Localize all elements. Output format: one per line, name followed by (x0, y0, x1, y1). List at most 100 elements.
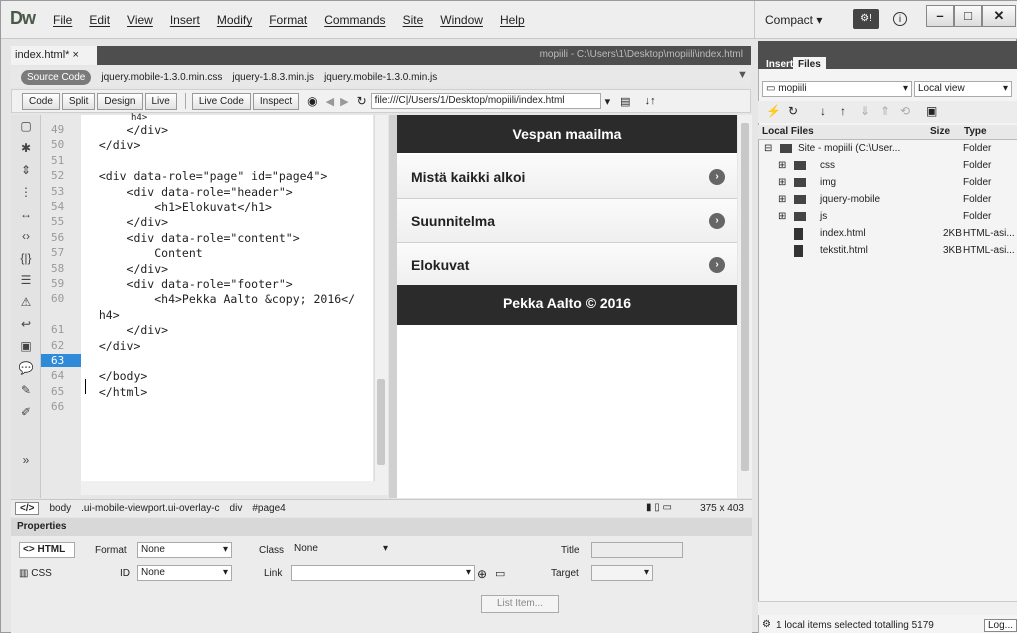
live-code-button[interactable]: Live Code (191, 92, 251, 110)
related-file-jqm[interactable]: jquery.mobile-1.3.0.min.js (324, 72, 437, 83)
more-tools-icon[interactable]: » (11, 453, 41, 471)
code-view-button[interactable]: Code (22, 92, 60, 110)
expand-toggle[interactable]: ⊟ (764, 143, 772, 154)
workspace-switcher[interactable]: Compact ▾ (765, 13, 822, 27)
tag-page4[interactable]: #page4 (252, 503, 285, 514)
view-select[interactable]: Local view ▾ (914, 81, 1012, 97)
file-row[interactable]: tekstit.html 3KB HTML-asi... (758, 243, 1017, 260)
split-divider[interactable] (389, 115, 397, 498)
menu-commands[interactable]: Commands (324, 13, 385, 27)
id-select[interactable]: None ▾ (137, 565, 232, 581)
live-view-button[interactable]: Live (144, 92, 177, 110)
list-item-button[interactable]: List Item... (481, 595, 559, 613)
tag-div[interactable]: div (230, 503, 243, 514)
syntax-error-icon[interactable]: ▣ (11, 339, 41, 357)
expand-toggle[interactable]: ⊞ (778, 160, 786, 171)
wrap-tag-icon[interactable]: ✐ (11, 405, 41, 423)
refresh-icon[interactable]: ↻ (357, 94, 367, 108)
menu-insert[interactable]: Insert (170, 13, 200, 27)
site-select[interactable]: ▭ mopiili ▾ (762, 81, 912, 97)
menu-help[interactable]: Help (500, 13, 525, 27)
minimize-button[interactable]: – (926, 5, 954, 27)
log-button[interactable]: Log... (984, 619, 1017, 632)
check-out-icon[interactable]: ⇓ (860, 104, 870, 118)
mobile-list-item[interactable]: Elokuvat › (397, 243, 737, 287)
html-mode-button[interactable]: <> HTML (19, 542, 75, 558)
browse-folder-icon[interactable]: ▭ (495, 567, 505, 580)
menu-file[interactable]: File (53, 13, 72, 27)
code-horizontal-scrollbar[interactable] (81, 481, 388, 495)
close-tab-icon[interactable]: × (72, 49, 78, 61)
expand-toggle[interactable]: ⊞ (778, 194, 786, 205)
source-code-button[interactable]: Source Code (21, 69, 92, 85)
target-select[interactable]: ▾ (591, 565, 653, 581)
class-select[interactable]: None ▾ (291, 542, 391, 558)
document-tab[interactable]: index.html* × (11, 46, 97, 65)
tag-body[interactable]: body (49, 503, 71, 514)
menu-site[interactable]: Site (403, 13, 424, 27)
expand-panel-icon[interactable]: ▣ (926, 104, 937, 118)
related-file-css[interactable]: jquery.mobile-1.3.0.min.css (101, 72, 222, 83)
menu-view[interactable]: View (127, 13, 153, 27)
mobile-list-item[interactable]: Mistä kaikki alkoi › (397, 155, 737, 199)
line-numbers-icon[interactable]: ☰ (11, 273, 41, 291)
browser-icon[interactable]: ◉ (307, 94, 317, 108)
collapse-tag-icon[interactable]: ⇕ (11, 163, 41, 181)
collapse-selection-icon[interactable]: ⋮ (11, 185, 41, 203)
split-view-button[interactable]: Split (61, 92, 96, 110)
expand-toggle[interactable]: ⊞ (778, 177, 786, 188)
check-in-icon[interactable]: ⇑ (880, 104, 890, 118)
maximize-button[interactable]: □ (954, 5, 982, 27)
put-files-icon[interactable]: ↑ (840, 104, 846, 118)
code-editor[interactable]: h4> </div> </div> <div data-role="page" … (81, 113, 373, 481)
highlight-invalid-icon[interactable]: ⚠ (11, 295, 41, 313)
file-row[interactable]: ⊞ img Folder (758, 175, 1017, 192)
tag-body-class[interactable]: .ui-mobile-viewport.ui-overlay-c (81, 503, 219, 514)
device-icons[interactable]: ▮ ▯ ▭ (646, 502, 672, 513)
title-input[interactable] (591, 542, 683, 558)
word-wrap-icon[interactable]: ↩ (11, 317, 41, 335)
menu-format[interactable]: Format (269, 13, 307, 27)
file-row[interactable]: ⊞ css Folder (758, 158, 1017, 175)
tab-files[interactable]: Files (793, 57, 826, 72)
link-input[interactable]: ▾ (291, 565, 475, 581)
view-options-icon[interactable]: ▤ (620, 95, 630, 108)
col-local-files[interactable]: Local Files (762, 126, 814, 137)
address-dropdown-icon[interactable]: ▾ (605, 95, 611, 108)
related-file-jquery[interactable]: jquery-1.8.3.min.js (232, 72, 314, 83)
live-scroll-thumb[interactable] (741, 123, 749, 471)
design-view-button[interactable]: Design (97, 92, 143, 110)
forward-arrow-icon[interactable]: ▶ (340, 95, 348, 108)
file-row[interactable]: index.html 2KB HTML-asi... (758, 226, 1017, 243)
file-row[interactable]: ⊟ Site - mopiili (C:\User... Folder (758, 141, 1017, 158)
info-icon[interactable]: i (893, 12, 907, 26)
back-arrow-icon[interactable]: ◀ (326, 95, 334, 108)
file-row[interactable]: ⊞ js Folder (758, 209, 1017, 226)
col-type[interactable]: Type (964, 126, 987, 137)
mobile-list-item[interactable]: Suunnitelma › (397, 199, 737, 243)
expand-all-icon[interactable]: ↔ (11, 207, 41, 225)
code-toggle-button[interactable]: </> (15, 502, 40, 515)
menu-window[interactable]: Window (440, 13, 483, 27)
col-size[interactable]: Size (930, 126, 950, 137)
files-horizontal-scrollbar[interactable] (758, 601, 1017, 615)
apply-comment-icon[interactable]: 💬 (11, 361, 41, 379)
refresh-files-icon[interactable]: ↻ (788, 104, 798, 118)
point-to-file-icon[interactable]: ⊕ (477, 567, 487, 581)
window-size[interactable]: 375 x 403 (700, 503, 744, 514)
address-input[interactable]: file:///C|/Users/1/Desktop/mopiili/index… (370, 93, 601, 109)
file-row[interactable]: ⊞ jquery-mobile Folder (758, 192, 1017, 209)
format-select[interactable]: None ▾ (137, 542, 232, 558)
sort-icon[interactable]: ↓↑ (645, 95, 656, 107)
filter-icon[interactable]: ▼ (737, 69, 748, 81)
balance-braces-icon[interactable]: {|} (11, 251, 41, 269)
menu-edit[interactable]: Edit (89, 13, 110, 27)
show-code-navigator-icon[interactable]: ✱ (11, 141, 41, 159)
select-parent-tag-icon[interactable]: ‹› (11, 229, 41, 247)
get-files-icon[interactable]: ↓ (820, 104, 826, 118)
connect-icon[interactable]: ⚡ (766, 104, 781, 118)
sync-icon[interactable]: ⟲ (900, 104, 910, 118)
remove-comment-icon[interactable]: ✎ (11, 383, 41, 401)
close-button[interactable]: ✕ (982, 5, 1016, 27)
expand-toggle[interactable]: ⊞ (778, 211, 786, 222)
